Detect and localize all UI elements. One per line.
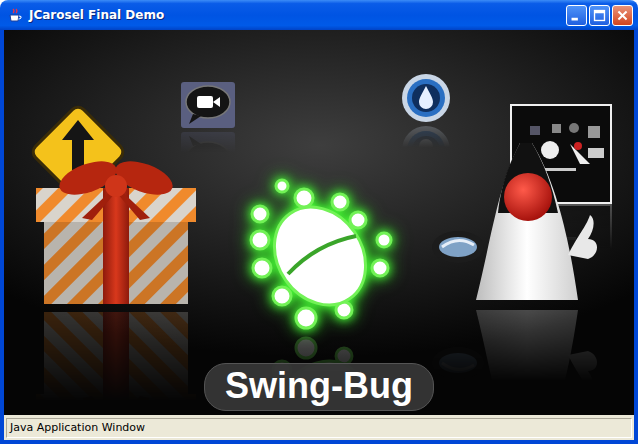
- duke-mascot-icon: [428, 135, 613, 305]
- gift-icon: [22, 100, 210, 308]
- maximize-icon: [590, 6, 609, 25]
- water-drop-icon: [400, 72, 452, 124]
- water-drop-icon: [400, 124, 452, 176]
- gift-icon: [22, 308, 210, 415]
- title-bar: JCarosel Final Demo: [0, 0, 638, 30]
- minimize-button[interactable]: [566, 5, 587, 26]
- video-chat-icon: [179, 130, 237, 180]
- item-reflection: [428, 305, 613, 415]
- close-icon: [613, 6, 632, 25]
- item-reflection: [179, 130, 237, 180]
- video-chat-icon: [179, 80, 237, 130]
- swing-bug-icon: [244, 178, 399, 333]
- java-cup-icon: [7, 7, 23, 23]
- carousel-caption: Swing-Bug: [204, 363, 434, 411]
- item-reflection: [400, 124, 452, 176]
- minimize-icon: [567, 6, 586, 25]
- carousel-item[interactable]: [244, 178, 399, 333]
- carousel[interactable]: Swing-Bug: [4, 30, 634, 415]
- window-title: JCarosel Final Demo: [29, 8, 560, 22]
- carousel-item[interactable]: [179, 80, 237, 130]
- app-window: JCarosel Final Demo Swing-Bug Java Appli…: [0, 0, 638, 444]
- maximize-button[interactable]: [589, 5, 610, 26]
- close-button[interactable]: [612, 5, 633, 26]
- status-bar: Java Application Window: [4, 415, 634, 440]
- duke-mascot-icon: [428, 305, 613, 415]
- carousel-item[interactable]: [22, 100, 210, 308]
- status-text: Java Application Window: [6, 418, 632, 438]
- item-reflection: [22, 308, 210, 415]
- carousel-item[interactable]: [428, 135, 613, 305]
- carousel-item[interactable]: [400, 72, 452, 124]
